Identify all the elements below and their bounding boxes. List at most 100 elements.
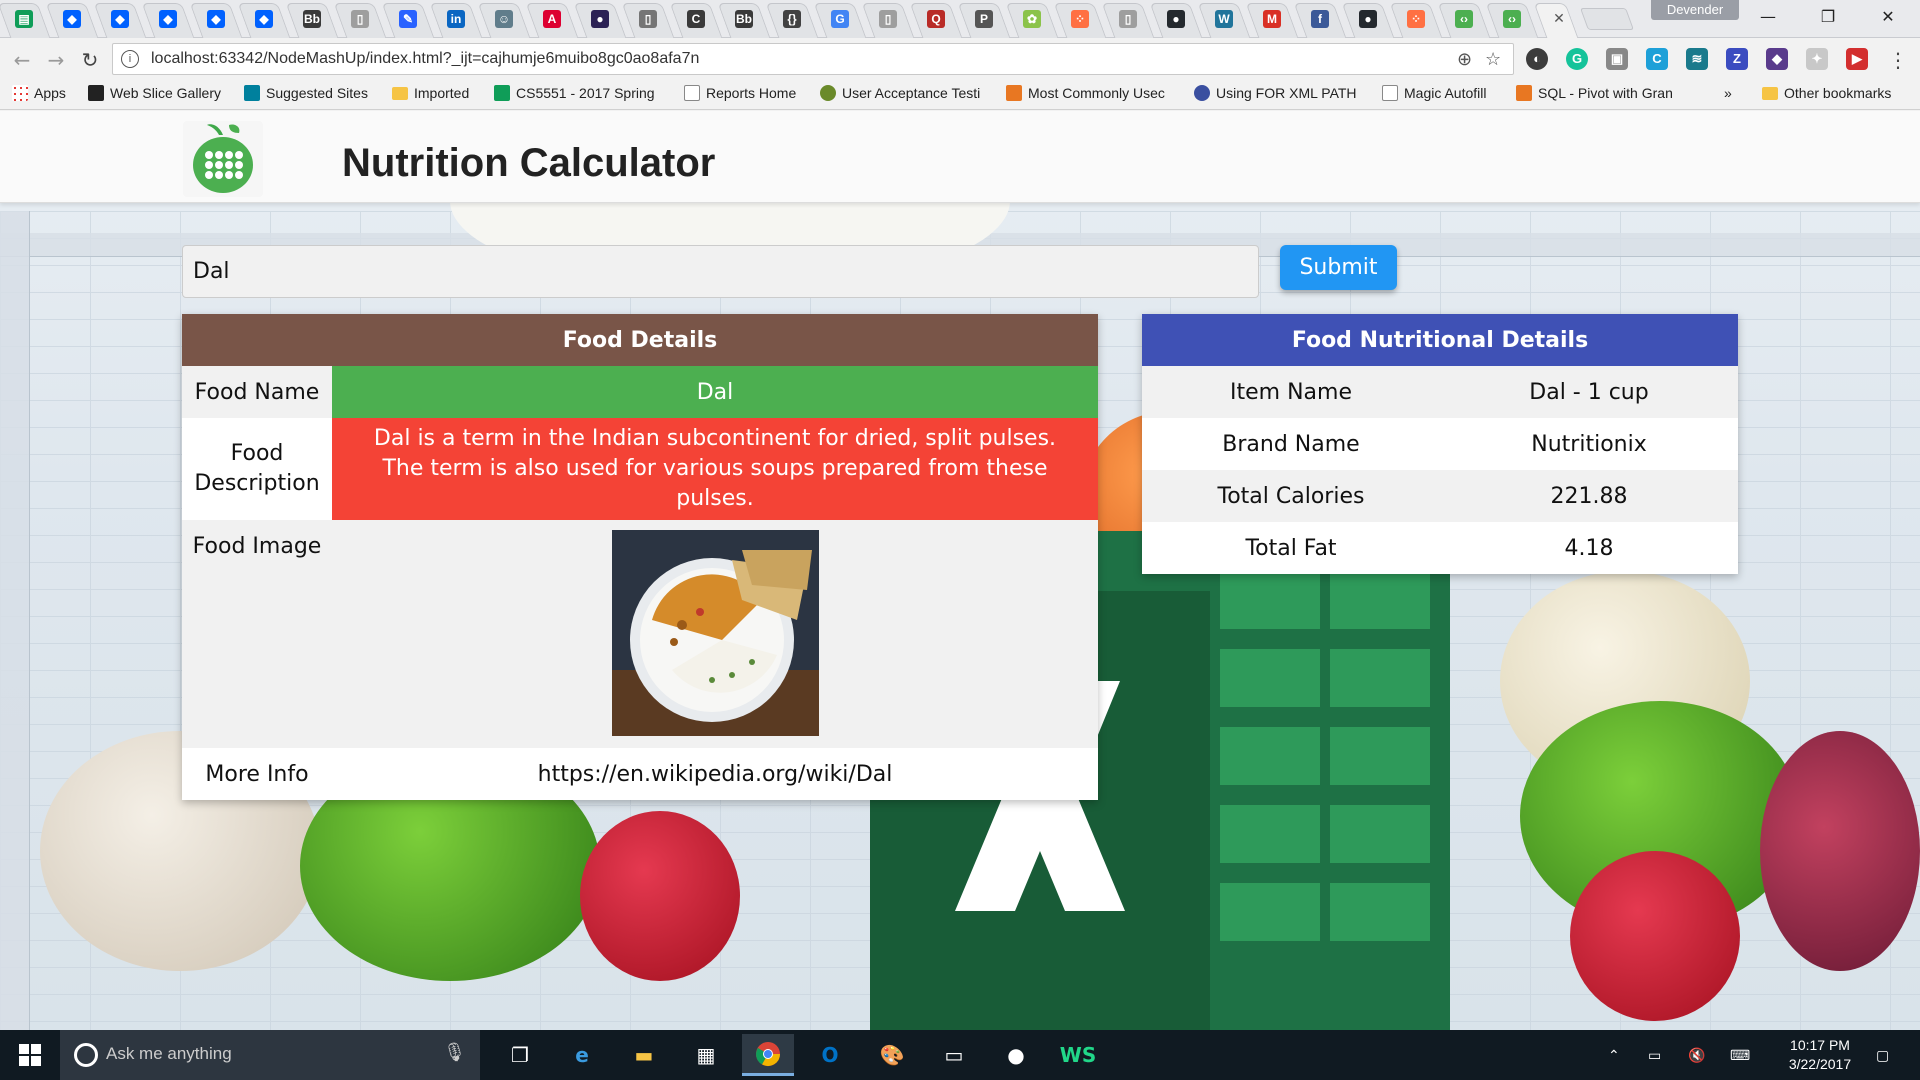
store-icon[interactable]: ▦	[680, 1034, 732, 1076]
extension-c-icon[interactable]: C	[1646, 48, 1668, 70]
bookmark-web-slice-gallery[interactable]: Web Slice Gallery	[88, 85, 221, 101]
bookmark-user-acceptance[interactable]: User Acceptance Testi	[820, 85, 990, 101]
browser-tab[interactable]: ‹›	[1488, 0, 1536, 38]
zoom-icon[interactable]: ⊕	[1457, 49, 1472, 70]
bookmark-suggested-sites[interactable]: Suggested Sites	[244, 85, 368, 101]
extension-circle-icon[interactable]: ◐	[1526, 48, 1548, 70]
close-tab-icon[interactable]: ✕	[1553, 11, 1565, 27]
browser-tab[interactable]: Bb	[288, 0, 336, 38]
bookmark-cs5551[interactable]: CS5551 - 2017 Spring	[494, 85, 666, 101]
browser-tab-active[interactable]: ✕	[1536, 0, 1576, 38]
submit-button[interactable]: Submit	[1280, 245, 1397, 290]
extension-feather-icon[interactable]: ✦	[1806, 48, 1828, 70]
extension-media-icon[interactable]: ▶	[1846, 48, 1868, 70]
bookmark-for-xml-path[interactable]: Using FOR XML PATH	[1194, 85, 1357, 101]
browser-tab[interactable]: f	[1296, 0, 1344, 38]
chrome-icon[interactable]	[742, 1034, 794, 1076]
back-icon[interactable]: ←	[8, 46, 36, 74]
extension-z-icon[interactable]: Z	[1726, 48, 1748, 70]
sheets-icon	[494, 85, 510, 101]
browser-tab[interactable]: ◆	[96, 0, 144, 38]
bookmark-most-commonly[interactable]: Most Commonly Usec	[1006, 85, 1178, 101]
browser-tab[interactable]: ▯	[624, 0, 672, 38]
browser-tab[interactable]: ◆	[240, 0, 288, 38]
paint-icon[interactable]: 🎨	[866, 1034, 918, 1076]
bookmark-reports-home[interactable]: Reports Home	[684, 85, 796, 101]
browser-tab[interactable]: ◆	[144, 0, 192, 38]
browser-tab[interactable]: M	[1248, 0, 1296, 38]
browser-tab[interactable]: ⁘	[1056, 0, 1104, 38]
apps-grid-icon	[12, 85, 28, 101]
address-bar[interactable]: i localhost:63342/NodeMashUp/index.html?…	[112, 43, 1514, 75]
bookmark-star-icon[interactable]: ☆	[1485, 49, 1501, 70]
browser-tab[interactable]: W	[1200, 0, 1248, 38]
webstorm-icon[interactable]: WS	[1052, 1034, 1104, 1076]
browser-tab[interactable]: ●	[1152, 0, 1200, 38]
new-tab-button[interactable]	[1579, 8, 1635, 30]
browser-tab[interactable]: A	[528, 0, 576, 38]
menu-icon[interactable]: ⋮	[1884, 46, 1912, 74]
bookmark-sql-pivot[interactable]: SQL - Pivot with Gran	[1516, 85, 1688, 101]
bookmarks-overflow-button[interactable]: »	[1724, 85, 1732, 101]
forward-icon[interactable]: →	[42, 46, 70, 74]
file-explorer-icon[interactable]: ▬	[618, 1034, 670, 1076]
browser-tab[interactable]: ▤	[0, 0, 48, 38]
browser-tab[interactable]: in	[432, 0, 480, 38]
tray-chevron-icon[interactable]: ⌃	[1608, 1030, 1620, 1080]
profile-button[interactable]: Devender	[1651, 0, 1739, 20]
bookmark-magic-autofill[interactable]: Magic Autofill	[1382, 85, 1486, 101]
cortana-search-box[interactable]: Ask me anything 🎙	[60, 1030, 480, 1080]
browser-tab[interactable]: ▯	[1104, 0, 1152, 38]
browser-tab[interactable]: Bb	[720, 0, 768, 38]
browser-tab[interactable]: ●	[576, 0, 624, 38]
browser-tab[interactable]: ✿	[1008, 0, 1056, 38]
chrome-dev-icon: ‹›	[1455, 10, 1473, 28]
battery-icon[interactable]: ▭	[1648, 1030, 1661, 1080]
browser-tab[interactable]: G	[816, 0, 864, 38]
restore-icon[interactable]: ❐	[1800, 0, 1856, 32]
bookmark-label: Most Commonly Usec	[1028, 85, 1165, 101]
notifications-icon[interactable]: ▢	[1876, 1030, 1889, 1080]
browser-tab[interactable]: P	[960, 0, 1008, 38]
keyboard-icon[interactable]: ⌨	[1730, 1030, 1750, 1080]
reload-icon[interactable]: ↻	[76, 46, 104, 74]
food-description-value: Dal is a term in the Indian subcontinent…	[332, 418, 1098, 520]
extension-mask-icon[interactable]: ◆	[1766, 48, 1788, 70]
bookmark-apps[interactable]: Apps	[12, 85, 66, 101]
minimize-icon[interactable]: —	[1740, 0, 1796, 32]
more-info-label: More Info	[182, 748, 332, 800]
nutrition-details-table: Food Nutritional Details Item Name Dal -…	[1142, 314, 1738, 574]
browser-tab[interactable]: ‹›	[1440, 0, 1488, 38]
command-prompt-icon[interactable]: ▭	[928, 1034, 980, 1076]
system-clock[interactable]: 10:17 PM 3/22/2017	[1770, 1036, 1870, 1074]
volume-muted-icon[interactable]: 🔇	[1688, 1030, 1705, 1080]
outlook-icon[interactable]: O	[804, 1034, 856, 1076]
extension-wave-icon[interactable]: ≋	[1686, 48, 1708, 70]
browser-tab[interactable]: ⁘	[1392, 0, 1440, 38]
browser-tab[interactable]: ✎	[384, 0, 432, 38]
grammarly-icon[interactable]: G	[1566, 48, 1588, 70]
browser-tab[interactable]: ◆	[48, 0, 96, 38]
browser-tab[interactable]: ▯	[336, 0, 384, 38]
food-search-input[interactable]	[182, 245, 1259, 298]
url-text[interactable]: localhost:63342/NodeMashUp/index.html?_i…	[151, 50, 699, 68]
browser-tab[interactable]: ▯	[864, 0, 912, 38]
close-window-icon[interactable]: ✕	[1860, 0, 1916, 32]
bookmark-imported[interactable]: Imported	[392, 85, 469, 101]
page-icon: ▯	[351, 10, 369, 28]
other-bookmarks[interactable]: Other bookmarks	[1762, 85, 1891, 101]
browser-tab[interactable]: ◆	[192, 0, 240, 38]
more-info-link[interactable]: https://en.wikipedia.org/wiki/Dal	[332, 748, 1098, 800]
browser-tab[interactable]: ●	[1344, 0, 1392, 38]
windows-start-icon[interactable]	[0, 1030, 60, 1080]
browser-tab[interactable]: {}	[768, 0, 816, 38]
extension-box-icon[interactable]: ▣	[1606, 48, 1628, 70]
browser-tab[interactable]: Q	[912, 0, 960, 38]
github-desktop-icon[interactable]: ●	[990, 1034, 1042, 1076]
browser-tab[interactable]: ☺	[480, 0, 528, 38]
task-view-icon[interactable]: ❐	[494, 1034, 546, 1076]
info-icon[interactable]: i	[121, 50, 139, 68]
browser-tab[interactable]: C	[672, 0, 720, 38]
edge-icon[interactable]: e	[556, 1034, 608, 1076]
microphone-icon[interactable]: 🎙	[443, 1042, 466, 1063]
